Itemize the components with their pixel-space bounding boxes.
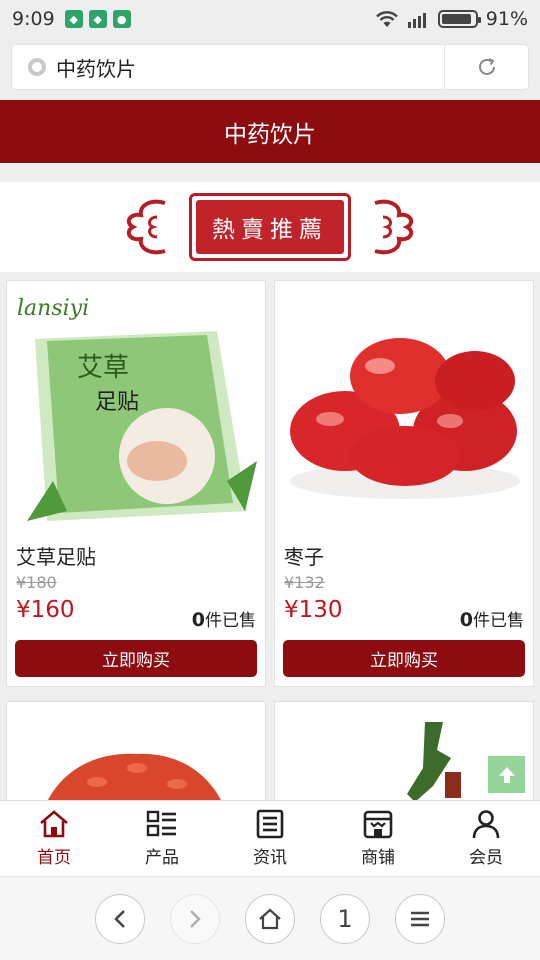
nav-item-products[interactable]: 产品 (108, 801, 216, 876)
svg-text:足贴: 足贴 (95, 390, 139, 415)
cloud-ornament-right-icon (374, 199, 414, 255)
product-image-goji[interactable] (7, 702, 265, 802)
banner-text: 熱賣推薦 (196, 200, 344, 254)
back-to-top-button[interactable] (488, 756, 525, 793)
battery-icon (437, 10, 481, 28)
sold-suffix: 件已售 (473, 611, 524, 631)
product-card[interactable] (6, 701, 266, 811)
chevron-left-icon (114, 909, 125, 928)
back-button[interactable] (95, 893, 145, 944)
sold-count: 0 (459, 609, 473, 631)
nav-label: 会员 (469, 848, 503, 868)
product-price: ¥130 (284, 597, 343, 623)
sold-count: 0 (191, 609, 205, 631)
home-icon (40, 810, 68, 838)
browser-controls: 1 (0, 876, 540, 960)
sold-suffix: 件已售 (205, 611, 256, 631)
svg-text:艾草: 艾草 (77, 353, 129, 383)
nav-item-home[interactable]: 首页 (0, 801, 108, 876)
cloud-ornament-left-icon (126, 199, 166, 255)
bottom-nav: 首页 产品 资讯 商铺 会员 (0, 800, 540, 876)
product-sold: 0件已售 (192, 606, 256, 631)
nav-label: 商铺 (361, 848, 395, 868)
battery-percent: 91% (485, 8, 528, 30)
user-icon (472, 810, 500, 839)
forward-button[interactable] (170, 893, 220, 944)
status-bar: 9:09 ◆ ◆ ● 91% (0, 0, 540, 38)
list-icon (146, 810, 176, 837)
buy-now-button[interactable]: 立即购买 (283, 640, 525, 677)
notification-shield-icon: ◆ (88, 10, 107, 28)
arrow-up-icon (498, 766, 515, 783)
nav-label: 资讯 (253, 848, 287, 868)
product-sold: 0件已售 (460, 606, 524, 631)
tabs-button[interactable]: 1 (320, 893, 370, 944)
chevron-right-icon (190, 909, 201, 928)
nav-item-news[interactable]: 资讯 (216, 801, 324, 876)
page-title: 中药饮片 (224, 121, 316, 148)
product-original-price: ¥132 (284, 573, 325, 592)
nav-item-member[interactable]: 会员 (432, 801, 540, 876)
address-text[interactable]: 中药饮片 (56, 53, 136, 82)
page-title-bar: 中药饮片 (0, 100, 540, 163)
product-image-jujube[interactable] (275, 281, 533, 531)
product-card[interactable]: 枣子 ¥132 ¥130 0件已售 立即购买 (274, 280, 534, 687)
nav-label: 产品 (145, 848, 179, 868)
hot-recommend-banner: 熱賣推薦 (0, 182, 540, 272)
news-icon (256, 809, 284, 839)
status-time: 9:09 (12, 8, 55, 30)
product-name[interactable]: 枣子 (284, 541, 324, 570)
shop-icon (363, 810, 393, 839)
notification-shield-icon: ◆ (64, 10, 83, 28)
reload-button[interactable] (444, 45, 528, 89)
menu-icon (411, 911, 429, 926)
browser-address-area: 中药饮片 (0, 38, 540, 100)
site-icon (28, 58, 46, 76)
tab-count: 1 (337, 904, 353, 933)
nav-label: 首页 (37, 848, 71, 868)
product-card[interactable]: lansiyi 艾草 足贴 艾草足贴 ¥180 ¥160 0件已售 立即购买 (6, 280, 266, 687)
notification-app-icon: ● (112, 10, 131, 28)
product-price: ¥160 (16, 597, 75, 623)
reload-icon (478, 58, 495, 75)
signal-icon (407, 13, 426, 28)
menu-button[interactable] (395, 893, 445, 944)
buy-now-button[interactable]: 立即购买 (15, 640, 257, 677)
wifi-icon (375, 11, 398, 27)
banner-frame: 熱賣推薦 (189, 193, 351, 261)
product-name[interactable]: 艾草足贴 (16, 541, 96, 570)
nav-item-shop[interactable]: 商铺 (324, 801, 432, 876)
product-image-moxa-patch[interactable]: lansiyi 艾草 足贴 (7, 281, 265, 531)
home-outline-icon (259, 908, 281, 929)
address-bar[interactable]: 中药饮片 (11, 44, 529, 90)
brand-logo: lansiyi (17, 296, 89, 321)
product-original-price: ¥180 (16, 573, 57, 592)
browser-home-button[interactable] (245, 893, 295, 944)
